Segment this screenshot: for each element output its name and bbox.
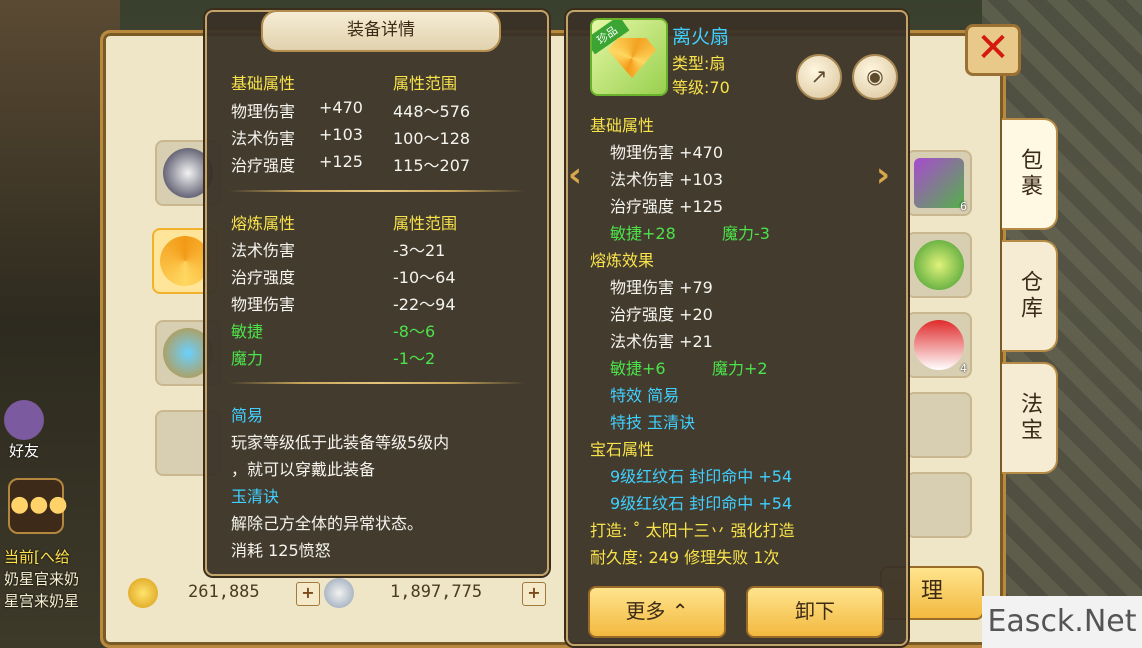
forge-info: 打造: ˚ 太阳十三丷 强化打造: [590, 521, 795, 540]
attr-value: +470: [319, 98, 363, 117]
tab-treasure[interactable]: 法宝: [1002, 362, 1058, 474]
special-effect: 特效 简易: [610, 386, 680, 405]
gem-attr-header: 宝石属性: [590, 440, 655, 459]
divider: [229, 382, 525, 384]
preview-button[interactable]: ◉: [852, 54, 898, 100]
attr-name: 治疗强度: [231, 268, 296, 287]
divider: [229, 190, 525, 192]
item-type: 类型:扇: [672, 54, 726, 73]
smelt-row: 治疗强度 +20: [610, 305, 713, 324]
attr-range: 448～576: [393, 102, 471, 121]
panel-title: 装备详情: [261, 10, 501, 52]
skill-name: 玉清诀: [231, 487, 280, 506]
base-attr-header: 基础属性: [590, 116, 655, 135]
attr-range: -8～6: [393, 322, 436, 341]
chevron-up-icon: ⌃: [671, 599, 689, 623]
chat-log: 当前[へ给 奶星官来奶 星宫来奶星: [4, 548, 80, 610]
base-attr-row: 物理伤害 +470: [610, 143, 724, 162]
item-name: 离火扇: [672, 26, 730, 48]
attr-name: 敏捷: [231, 322, 264, 341]
equipment-detail-panel: 装备详情 基础属性 属性范围 物理伤害 +470 448～576 法术伤害 +1…: [205, 10, 549, 576]
skill-description: 解除己方全体的异常状态。: [231, 514, 424, 533]
attr-name: 魔力: [231, 349, 264, 368]
close-icon: ✕: [976, 25, 1010, 71]
unequip-button[interactable]: 卸下: [746, 586, 884, 638]
durability-info: 耐久度: 249 修理失败 1次: [590, 548, 780, 567]
gem-row: 9级红纹石 封印命中 +54: [610, 494, 793, 513]
prev-item-arrow-icon[interactable]: ‹: [568, 155, 582, 195]
eye-icon: ◉: [866, 64, 884, 88]
effect-description: 玩家等级低于此装备等级5级内: [231, 433, 450, 452]
base-attr-row: 治疗强度 +125: [610, 197, 724, 216]
fan-icon: [608, 38, 656, 78]
gem-row: 9级红纹石 封印命中 +54: [610, 467, 793, 486]
attr-range: -22～94: [393, 295, 456, 314]
range-header: 属性范围: [393, 214, 458, 233]
silver-coin-icon: [324, 578, 354, 608]
bag-slot-gem-bag[interactable]: [906, 232, 972, 298]
attr-range: -10～64: [393, 268, 456, 287]
bag-slot-chest[interactable]: 6: [906, 150, 972, 216]
item-icon: 珍品: [590, 18, 668, 96]
range-header: 属性范围: [393, 74, 458, 93]
base-attr-row: 法术伤害 +103: [610, 170, 724, 189]
share-button[interactable]: ↗: [796, 54, 842, 100]
tab-warehouse[interactable]: 仓库: [1002, 240, 1058, 352]
effect-name: 简易: [231, 406, 264, 425]
item-count: 4: [960, 362, 967, 375]
friends-button[interactable]: 好友: [4, 400, 44, 460]
smelt-effect-header: 熔炼效果: [590, 251, 655, 270]
add-gold-button[interactable]: +: [296, 582, 320, 606]
bag-slot-santa-hat[interactable]: 4: [906, 312, 972, 378]
currency-bar: 261,885 + 1,897,775 +: [124, 578, 554, 610]
item-info-panel: 珍品 离火扇 类型:扇 等级:70 ↗ ◉ 基础属性 物理伤害 +470 法术伤…: [566, 10, 908, 646]
base-attr-header: 基础属性: [231, 74, 296, 93]
silver-amount: 1,897,775: [390, 582, 483, 602]
effect-description: ，就可以穿戴此装备: [231, 460, 376, 479]
more-button[interactable]: 更多 ⌃: [588, 586, 726, 638]
attr-name: 法术伤害: [231, 241, 296, 260]
attr-range: 115～207: [393, 156, 471, 175]
base-extra-magic: 魔力-3: [722, 224, 770, 243]
attr-name: 治疗强度: [231, 156, 296, 175]
attr-name: 法术伤害: [231, 129, 296, 148]
watermark: Easck.Net: [982, 596, 1142, 648]
share-icon: ↗: [810, 64, 828, 88]
tab-bag[interactable]: 包裹: [1002, 118, 1058, 230]
attr-name: 物理伤害: [231, 295, 296, 314]
smelt-row: 法术伤害 +21: [610, 332, 713, 351]
bag-slot-empty[interactable]: [906, 392, 972, 458]
attr-value: +103: [319, 125, 363, 144]
skill-cost: 消耗 125愤怒: [231, 541, 331, 560]
attr-range: -3～21: [393, 241, 446, 260]
friend-avatar-icon: [4, 400, 44, 440]
bag-slot-empty[interactable]: [906, 472, 972, 538]
gold-amount: 261,885: [188, 582, 260, 602]
attr-range: 100～128: [393, 129, 471, 148]
smelt-attr-header: 熔炼属性: [231, 214, 296, 233]
smelt-row: 物理伤害 +79: [610, 278, 713, 297]
smelt-extra-magic: 魔力+2: [712, 359, 768, 378]
add-silver-button[interactable]: +: [522, 582, 546, 606]
special-skill: 特技 玉清诀: [610, 413, 696, 432]
close-button[interactable]: ✕: [965, 24, 1021, 76]
attr-range: -1～2: [393, 349, 436, 368]
attr-value: +125: [319, 152, 363, 171]
smelt-extra-agility: 敏捷+6: [610, 359, 666, 378]
item-level: 等级:70: [672, 78, 730, 97]
base-extra-agility: 敏捷+28: [610, 224, 676, 243]
chat-button[interactable]: ●●●: [8, 478, 68, 534]
chat-bubble-icon: ●●●: [10, 492, 68, 517]
gold-coin-icon: [128, 578, 158, 608]
next-item-arrow-icon[interactable]: ›: [876, 155, 890, 195]
attr-name: 物理伤害: [231, 102, 296, 121]
inventory-tab-bar: 包裹 仓库 法宝: [1002, 118, 1058, 484]
item-count: 6: [960, 200, 967, 213]
